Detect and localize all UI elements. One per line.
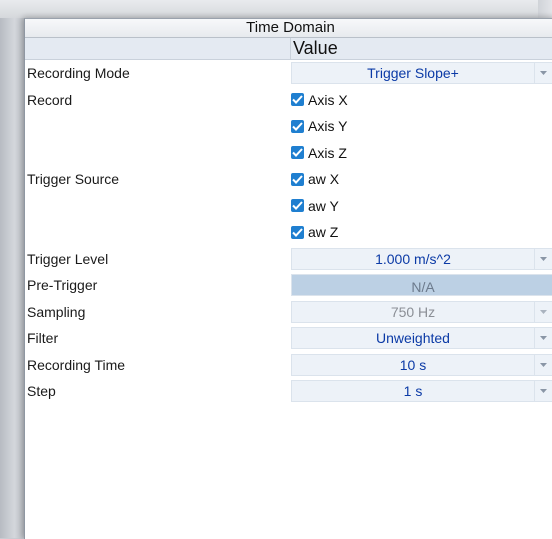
aw-z-checkbox[interactable]: aw Z bbox=[291, 224, 338, 240]
chevron-down-icon bbox=[540, 336, 547, 340]
recording-mode-dropdown[interactable]: Trigger Slope+ bbox=[291, 62, 552, 84]
checkbox-label: aw Z bbox=[308, 224, 339, 240]
checkbox-box[interactable] bbox=[291, 119, 304, 133]
readonly-value: N/A bbox=[411, 279, 435, 295]
chevron-down-icon bbox=[540, 256, 547, 261]
dropdown-arrow-button[interactable] bbox=[534, 301, 552, 322]
property-label: Trigger Level bbox=[27, 250, 109, 267]
checkbox-box[interactable] bbox=[291, 225, 304, 239]
time-domain-panel: Time Domain Value Recording Mode Trigger… bbox=[24, 18, 552, 539]
checkmark-icon bbox=[292, 227, 303, 237]
background-left bbox=[0, 0, 24, 538]
step-dropdown[interactable]: 1 s bbox=[291, 380, 552, 402]
background-top bbox=[0, 0, 552, 18]
dropdown-arrow-button[interactable] bbox=[534, 381, 552, 401]
aw-x-checkbox[interactable]: aw X bbox=[291, 171, 339, 187]
table-row: aw Y bbox=[25, 193, 552, 220]
table-row: Record Axis X bbox=[25, 87, 552, 114]
checkmark-icon bbox=[292, 201, 303, 210]
dropdown-value: 10 s bbox=[399, 356, 427, 373]
checkmark-icon bbox=[292, 174, 303, 184]
dropdown-value: Unweighted bbox=[376, 330, 450, 346]
dropdown-arrow-button[interactable] bbox=[534, 328, 552, 348]
table-row: Sampling 750 Hz bbox=[25, 299, 552, 326]
record-axis-y-cell: Axis Y bbox=[291, 115, 552, 137]
checkbox-box[interactable] bbox=[291, 93, 304, 106]
dropdown-value: 1 s bbox=[403, 383, 423, 399]
checkbox-box[interactable] bbox=[291, 146, 304, 159]
property-label: Filter bbox=[27, 330, 59, 346]
checkbox-box[interactable] bbox=[291, 199, 304, 212]
chevron-down-icon bbox=[540, 389, 547, 393]
property-label: Recording Mode bbox=[27, 65, 130, 81]
checkbox-label: aw Y bbox=[308, 197, 339, 214]
table-row: Trigger Level 1.000 m/s^2 bbox=[25, 246, 552, 273]
property-label: Sampling bbox=[27, 303, 86, 320]
table-row: aw Z bbox=[25, 219, 552, 246]
dropdown-value: 750 Hz bbox=[390, 303, 436, 320]
dropdown-arrow-button[interactable] bbox=[534, 63, 552, 83]
chevron-down-icon bbox=[540, 309, 547, 314]
dropdown-arrow-button[interactable] bbox=[534, 354, 552, 375]
checkbox-label: aw X bbox=[308, 171, 340, 187]
checkbox-label: Axis Z bbox=[308, 144, 347, 161]
table-row: Axis Y bbox=[25, 113, 552, 140]
aw-y-checkbox[interactable]: aw Y bbox=[291, 198, 339, 214]
table-row: Axis Z bbox=[25, 140, 552, 167]
checkbox-box[interactable] bbox=[291, 172, 304, 186]
axis-z-checkbox[interactable]: Axis Z bbox=[291, 145, 347, 161]
property-rows: Recording Mode Trigger Slope+ Record Axi… bbox=[25, 60, 552, 405]
table-row: Recording Time 10 s bbox=[25, 352, 552, 379]
checkmark-icon bbox=[292, 148, 303, 157]
trigger-source-aw-x-cell: aw X bbox=[291, 168, 552, 190]
table-row: Pre-Trigger N/A bbox=[25, 272, 552, 299]
column-header-row: Value bbox=[25, 38, 552, 60]
dropdown-arrow-button[interactable] bbox=[534, 248, 552, 269]
property-label: Record bbox=[27, 91, 73, 108]
trigger-level-dropdown[interactable]: 1.000 m/s^2 bbox=[291, 247, 552, 270]
axis-x-checkbox[interactable]: Axis X bbox=[291, 92, 348, 108]
table-row: Filter Unweighted bbox=[25, 325, 552, 352]
trigger-source-aw-y-cell: aw Y bbox=[291, 195, 552, 217]
property-label: Trigger Source bbox=[27, 171, 120, 187]
chevron-down-icon bbox=[540, 71, 547, 75]
record-axis-x-cell: Axis X bbox=[291, 89, 552, 111]
property-label: Step bbox=[27, 383, 56, 399]
table-row: Trigger Source aw X bbox=[25, 166, 552, 193]
dropdown-value: Trigger Slope+ bbox=[367, 65, 459, 81]
property-label: Recording Time bbox=[27, 356, 126, 373]
checkmark-icon bbox=[292, 121, 303, 131]
chevron-down-icon bbox=[540, 362, 547, 367]
table-row: Step 1 s bbox=[25, 378, 552, 405]
pre-trigger-readonly-field: N/A bbox=[291, 274, 552, 296]
dropdown-value: 1.000 m/s^2 bbox=[375, 250, 451, 267]
filter-dropdown[interactable]: Unweighted bbox=[291, 327, 552, 349]
recording-time-dropdown[interactable]: 10 s bbox=[291, 353, 552, 376]
value-column-header: Value bbox=[290, 38, 552, 59]
panel-title: Time Domain bbox=[25, 19, 552, 38]
axis-y-checkbox[interactable]: Axis Y bbox=[291, 118, 347, 134]
checkbox-label: Axis X bbox=[308, 91, 348, 108]
trigger-source-aw-z-cell: aw Z bbox=[291, 221, 552, 243]
table-row: Recording Mode Trigger Slope+ bbox=[25, 60, 552, 87]
sampling-dropdown[interactable]: 750 Hz bbox=[291, 300, 552, 323]
checkmark-icon bbox=[292, 95, 303, 104]
record-axis-z-cell: Axis Z bbox=[291, 142, 552, 164]
property-label: Pre-Trigger bbox=[27, 277, 98, 293]
checkbox-label: Axis Y bbox=[308, 118, 348, 134]
